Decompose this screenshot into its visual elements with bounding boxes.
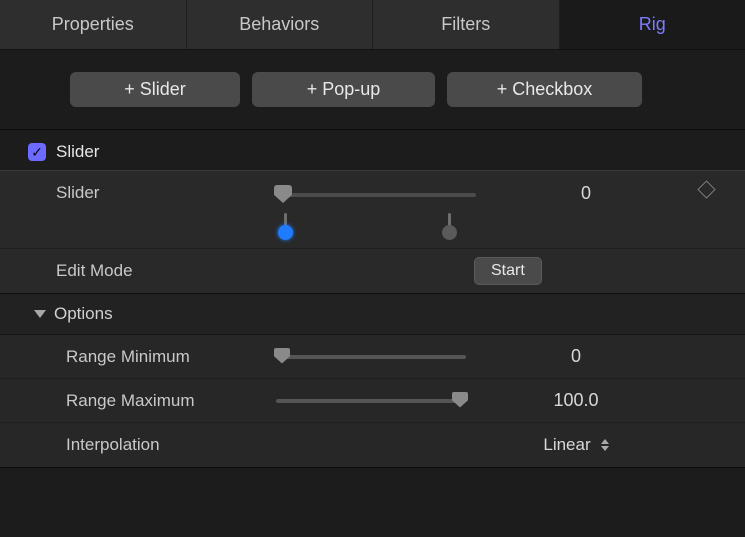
widget-params: Slider 0 Edit Mode Start (0, 170, 745, 294)
range-maximum-label: Range Maximum (66, 391, 276, 411)
range-minimum-row: Range Minimum 0 (0, 335, 745, 379)
slider-label: Slider (56, 183, 276, 203)
range-minimum-thumb[interactable] (274, 348, 290, 364)
slider-track (276, 193, 476, 197)
add-widget-toolbar: + Slider + Pop-up + Checkbox (0, 50, 745, 130)
widget-title: Slider (56, 142, 99, 162)
add-checkbox-button[interactable]: + Checkbox (447, 72, 642, 107)
snapshot-track (276, 223, 476, 237)
tab-rig[interactable]: Rig (560, 0, 745, 49)
slider-thumb[interactable] (274, 185, 292, 203)
updown-icon (601, 439, 609, 451)
range-maximum-slider[interactable] (276, 399, 466, 403)
inspector-tabs: Properties Behaviors Filters Rig (0, 0, 745, 50)
interpolation-row: Interpolation Linear (0, 423, 745, 467)
edit-mode-label: Edit Mode (56, 261, 276, 281)
slider-value[interactable]: 0 (496, 183, 676, 204)
tab-filters[interactable]: Filters (373, 0, 560, 49)
range-maximum-thumb[interactable] (452, 392, 468, 408)
options-group: Range Minimum 0 Range Maximum 100.0 Inte… (0, 335, 745, 468)
add-slider-button[interactable]: + Slider (70, 72, 240, 107)
slider-row: Slider 0 (0, 171, 745, 249)
interpolation-label: Interpolation (66, 435, 276, 455)
widget-header: ✓ Slider (0, 130, 745, 170)
tab-properties[interactable]: Properties (0, 0, 187, 49)
range-minimum-label: Range Minimum (66, 347, 276, 367)
check-icon: ✓ (31, 145, 43, 159)
tab-behaviors[interactable]: Behaviors (187, 0, 374, 49)
range-minimum-value[interactable]: 0 (476, 346, 676, 367)
slider-control[interactable] (276, 183, 476, 239)
widget-enabled-checkbox[interactable]: ✓ (28, 143, 46, 161)
range-maximum-row: Range Maximum 100.0 (0, 379, 745, 423)
edit-mode-start-button[interactable]: Start (474, 257, 542, 285)
range-maximum-value[interactable]: 100.0 (476, 390, 676, 411)
snapshot-dot[interactable] (442, 225, 457, 240)
chevron-down-icon (34, 310, 46, 318)
snapshot-dot-active[interactable] (278, 225, 293, 240)
keyframe-icon[interactable] (697, 180, 715, 198)
edit-mode-row: Edit Mode Start (0, 249, 745, 293)
range-minimum-slider[interactable] (276, 355, 466, 359)
keyframe-cell (676, 183, 736, 196)
interpolation-value: Linear (543, 435, 590, 455)
options-label: Options (54, 304, 113, 324)
add-popup-button[interactable]: + Pop-up (252, 72, 435, 107)
interpolation-popup[interactable]: Linear (543, 435, 608, 455)
options-header[interactable]: Options (0, 294, 745, 335)
